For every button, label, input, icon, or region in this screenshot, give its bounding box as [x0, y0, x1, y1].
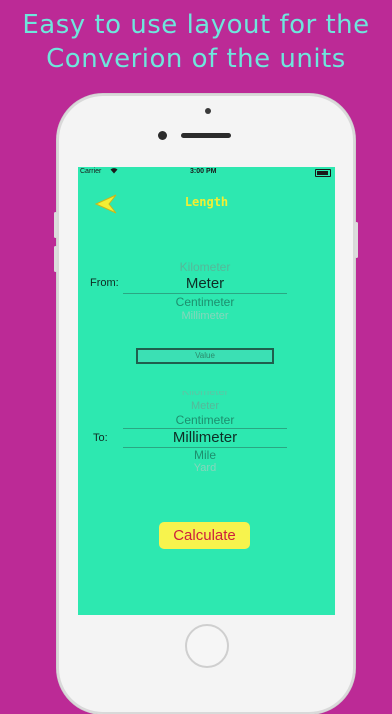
headline: Easy to use layout for the Converion of … — [0, 8, 392, 76]
status-bar: Carrier 3:00 PM — [78, 167, 335, 179]
page-title: Length — [184, 195, 229, 209]
picker-row-selected[interactable]: Meter — [119, 275, 291, 293]
to-unit-picker[interactable]: Kilometer Meter Centimeter Millimeter Mi… — [119, 391, 291, 473]
sensor-dot — [205, 108, 211, 114]
volume-up-button — [54, 212, 57, 238]
picker-row[interactable]: Kilometer — [119, 391, 291, 399]
power-button — [355, 222, 358, 258]
picker-row[interactable]: Mile — [119, 448, 291, 463]
status-time: 3:00 PM — [190, 168, 217, 175]
volume-down-button — [54, 246, 57, 272]
carrier-label: Carrier — [80, 168, 102, 175]
headline-line-1: Easy to use layout for the — [22, 10, 370, 40]
value-input[interactable]: Value — [136, 348, 274, 364]
picker-row[interactable]: Meter — [119, 399, 291, 413]
front-camera — [158, 131, 167, 140]
picker-row[interactable]: Centimeter — [119, 294, 291, 310]
battery-icon — [315, 169, 331, 177]
home-button[interactable] — [185, 624, 229, 668]
wifi-icon — [110, 167, 118, 176]
headline-line-2: Converion of the units — [46, 44, 346, 74]
app-screen: Carrier 3:00 PM Length From: Kilometer M… — [78, 167, 335, 615]
earpiece-speaker — [181, 133, 231, 138]
from-unit-picker[interactable]: Kilometer Meter Centimeter Millimeter — [119, 259, 291, 320]
calculate-button[interactable]: Calculate — [159, 522, 250, 549]
picker-row[interactable]: Kilometer — [119, 259, 291, 275]
from-label: From: — [90, 277, 119, 289]
picker-row[interactable]: Millimeter — [119, 310, 291, 320]
picker-row[interactable]: Yard — [119, 463, 291, 473]
picker-row[interactable]: Centimeter — [119, 413, 291, 428]
picker-row-selected[interactable]: Millimeter — [119, 429, 291, 447]
to-label: To: — [93, 432, 108, 444]
